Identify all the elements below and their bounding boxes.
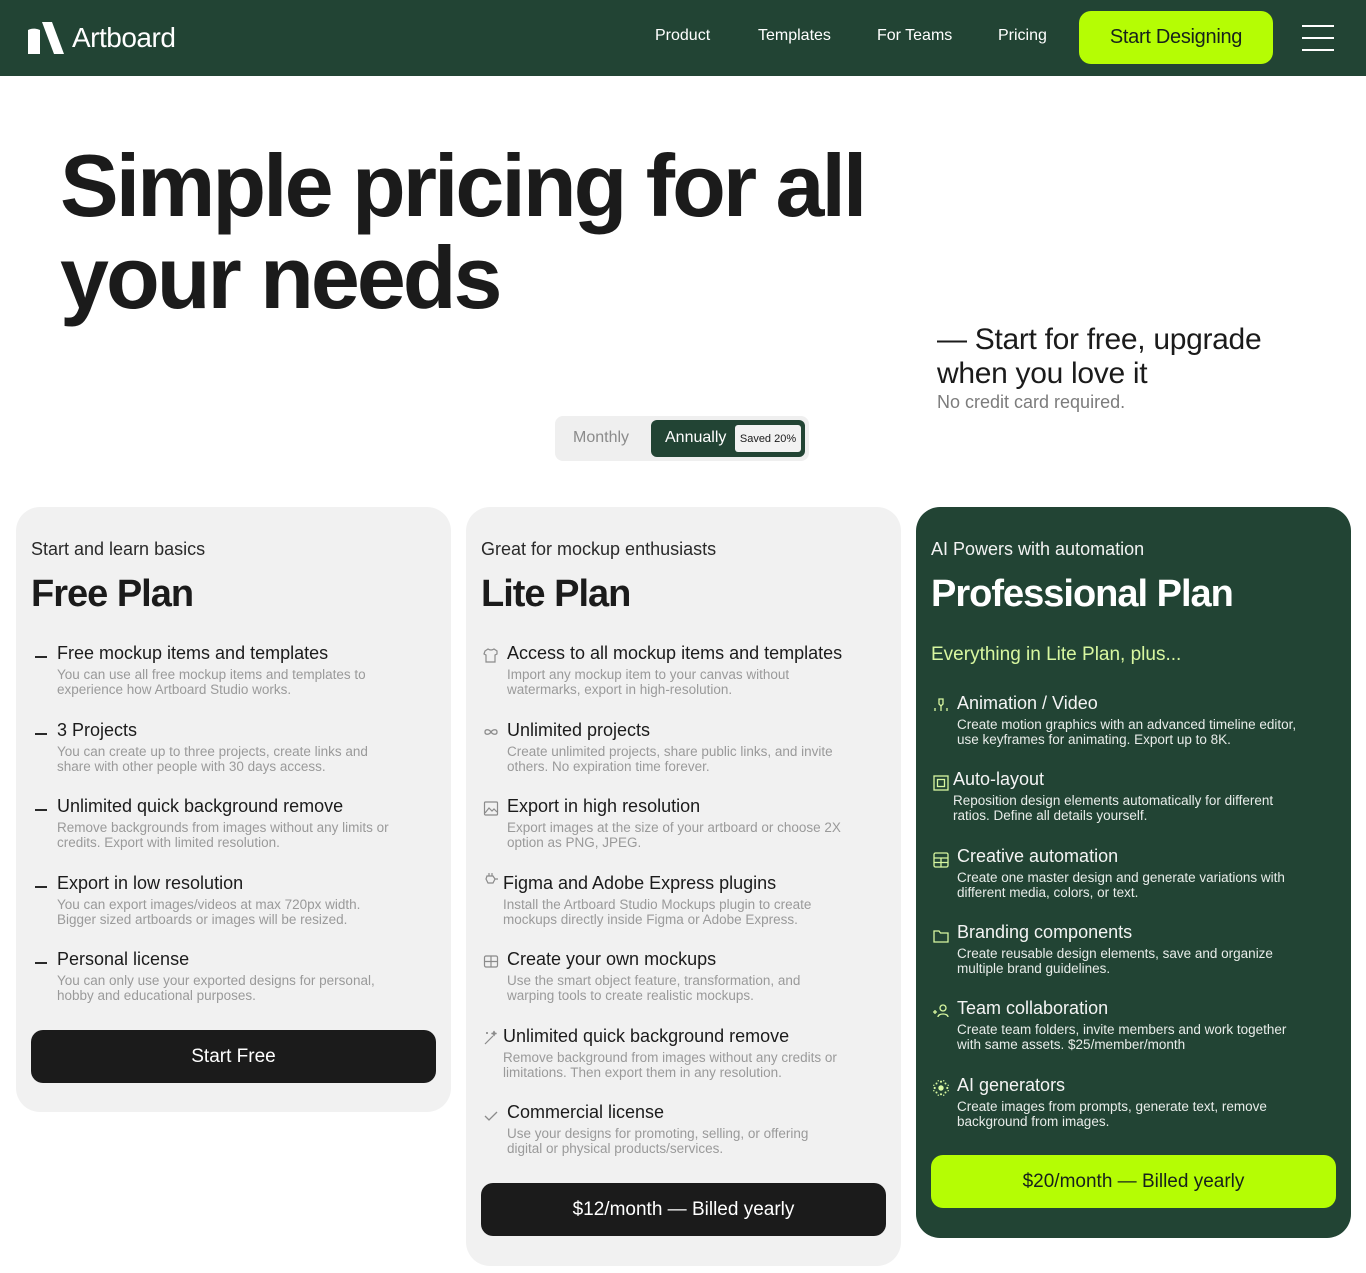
feature-title: Create your own mockups [507, 949, 717, 969]
add-user-icon [931, 1001, 951, 1021]
hero-subtitle: — Start for free, upgrade when you love … [937, 323, 1262, 390]
toggle-monthly[interactable]: Monthly [573, 429, 629, 447]
nav-link-for-teams[interactable]: For Teams [877, 27, 952, 45]
tshirt-icon [481, 645, 501, 665]
grid-icon [931, 850, 951, 870]
feature-title: Team collaboration [957, 998, 1109, 1018]
plan-name: Free Plan [31, 573, 194, 615]
image-icon [481, 798, 501, 818]
dash-icon [31, 645, 51, 665]
plan-card-free: Start and learn basics Free Plan Free mo… [16, 507, 451, 1112]
feature-desc: Use your designs for promoting, selling,… [507, 1126, 809, 1156]
feature-title: Figma and Adobe Express plugins [503, 873, 777, 893]
feature-desc: Create one master design and generate va… [957, 870, 1285, 900]
feature-desc: Create motion graphics with an advanced … [957, 717, 1297, 747]
billing-toggle: Monthly Annually Saved 20% [555, 416, 809, 461]
lite-plan-buy-button[interactable]: $12/month — Billed yearly [481, 1183, 886, 1236]
plugin-icon [481, 869, 501, 889]
saved-badge: Saved 20% [735, 425, 801, 452]
feature-title: Branding components [957, 922, 1133, 942]
feature-desc: You can export images/videos at max 720p… [57, 897, 361, 927]
feature-desc: Remove background from images without an… [503, 1050, 837, 1080]
feature-title: Commercial license [507, 1102, 665, 1122]
start-designing-button[interactable]: Start Designing [1079, 11, 1273, 64]
plan-tagline: Great for mockup enthusiasts [481, 539, 717, 559]
feature-desc: You can create up to three projects, cre… [57, 744, 368, 774]
feature-title: Free mockup items and templates [57, 643, 329, 663]
feature-desc: Import any mockup item to your canvas wi… [507, 667, 790, 697]
feature-desc: You can only use your exported designs f… [57, 973, 375, 1003]
plan-intro: Everything in Lite Plan, plus... [931, 644, 1182, 665]
professional-plan-buy-button[interactable]: $20/month — Billed yearly [931, 1155, 1336, 1208]
brand-name: Artboard [72, 22, 176, 53]
feature-title: Animation / Video [957, 693, 1098, 713]
feature-desc: Create reusable design elements, save an… [957, 946, 1273, 976]
feature-desc: Reposition design elements automatically… [953, 793, 1274, 823]
dash-icon [31, 798, 51, 818]
feature-title: Export in low resolution [57, 873, 244, 893]
dash-icon [31, 722, 51, 742]
feature-title: AI generators [957, 1075, 1066, 1095]
feature-desc: Create images from prompts, generate tex… [957, 1099, 1267, 1129]
feature-title: Unlimited projects [507, 720, 651, 740]
artboard-logo-icon [28, 22, 64, 54]
magic-wand-icon [481, 1028, 501, 1048]
feature-desc: Remove backgrounds from images without a… [57, 820, 389, 850]
toggle-annually[interactable]: Annually Saved 20% [651, 420, 805, 457]
infinity-icon [481, 722, 501, 742]
hamburger-menu-icon[interactable] [1302, 25, 1334, 51]
feature-title: 3 Projects [57, 720, 138, 740]
keyframe-icon [931, 695, 951, 715]
top-nav: Artboard Product Templates For Teams Pri… [0, 0, 1366, 76]
dash-icon [31, 875, 51, 895]
brand-logo[interactable]: Artboard [28, 22, 176, 54]
toggle-annually-label: Annually [665, 429, 727, 446]
feature-title: Personal license [57, 949, 190, 969]
plan-tagline: AI Powers with automation [931, 539, 1145, 559]
feature-title: Export in high resolution [507, 796, 701, 816]
auto-layout-icon [931, 773, 951, 793]
cube-icon [481, 951, 501, 971]
check-icon [481, 1106, 501, 1126]
nav-link-templates[interactable]: Templates [758, 27, 831, 45]
feature-desc: You can use all free mockup items and te… [57, 667, 366, 697]
feature-desc: Use the smart object feature, transforma… [507, 973, 801, 1003]
nav-link-product[interactable]: Product [655, 27, 710, 45]
feature-desc: Install the Artboard Studio Mockups plug… [503, 897, 812, 927]
folder-icon [931, 926, 951, 946]
plan-tagline: Start and learn basics [31, 539, 206, 559]
feature-desc: Create unlimited projects, share public … [507, 744, 833, 774]
feature-desc: Create team folders, invite members and … [957, 1022, 1287, 1052]
start-free-button[interactable]: Start Free [31, 1030, 436, 1083]
plan-name: Professional Plan [931, 573, 1234, 615]
feature-title: Access to all mockup items and templates [507, 643, 843, 663]
nav-link-pricing[interactable]: Pricing [998, 27, 1047, 45]
page-title: Simple pricing for all your needs [60, 136, 867, 327]
hero-note: No credit card required. [937, 392, 1126, 412]
feature-title: Unlimited quick background remove [503, 1026, 790, 1046]
ai-sparkle-icon [931, 1078, 951, 1098]
feature-title: Auto-layout [953, 769, 1045, 789]
dash-icon [31, 951, 51, 971]
feature-title: Creative automation [957, 846, 1119, 866]
feature-title: Unlimited quick background remove [57, 796, 344, 816]
plan-card-professional: AI Powers with automation Professional P… [916, 507, 1351, 1238]
feature-desc: Export images at the size of your artboa… [507, 820, 841, 850]
plan-name: Lite Plan [481, 573, 631, 615]
plan-card-lite: Great for mockup enthusiasts Lite Plan A… [466, 507, 901, 1266]
